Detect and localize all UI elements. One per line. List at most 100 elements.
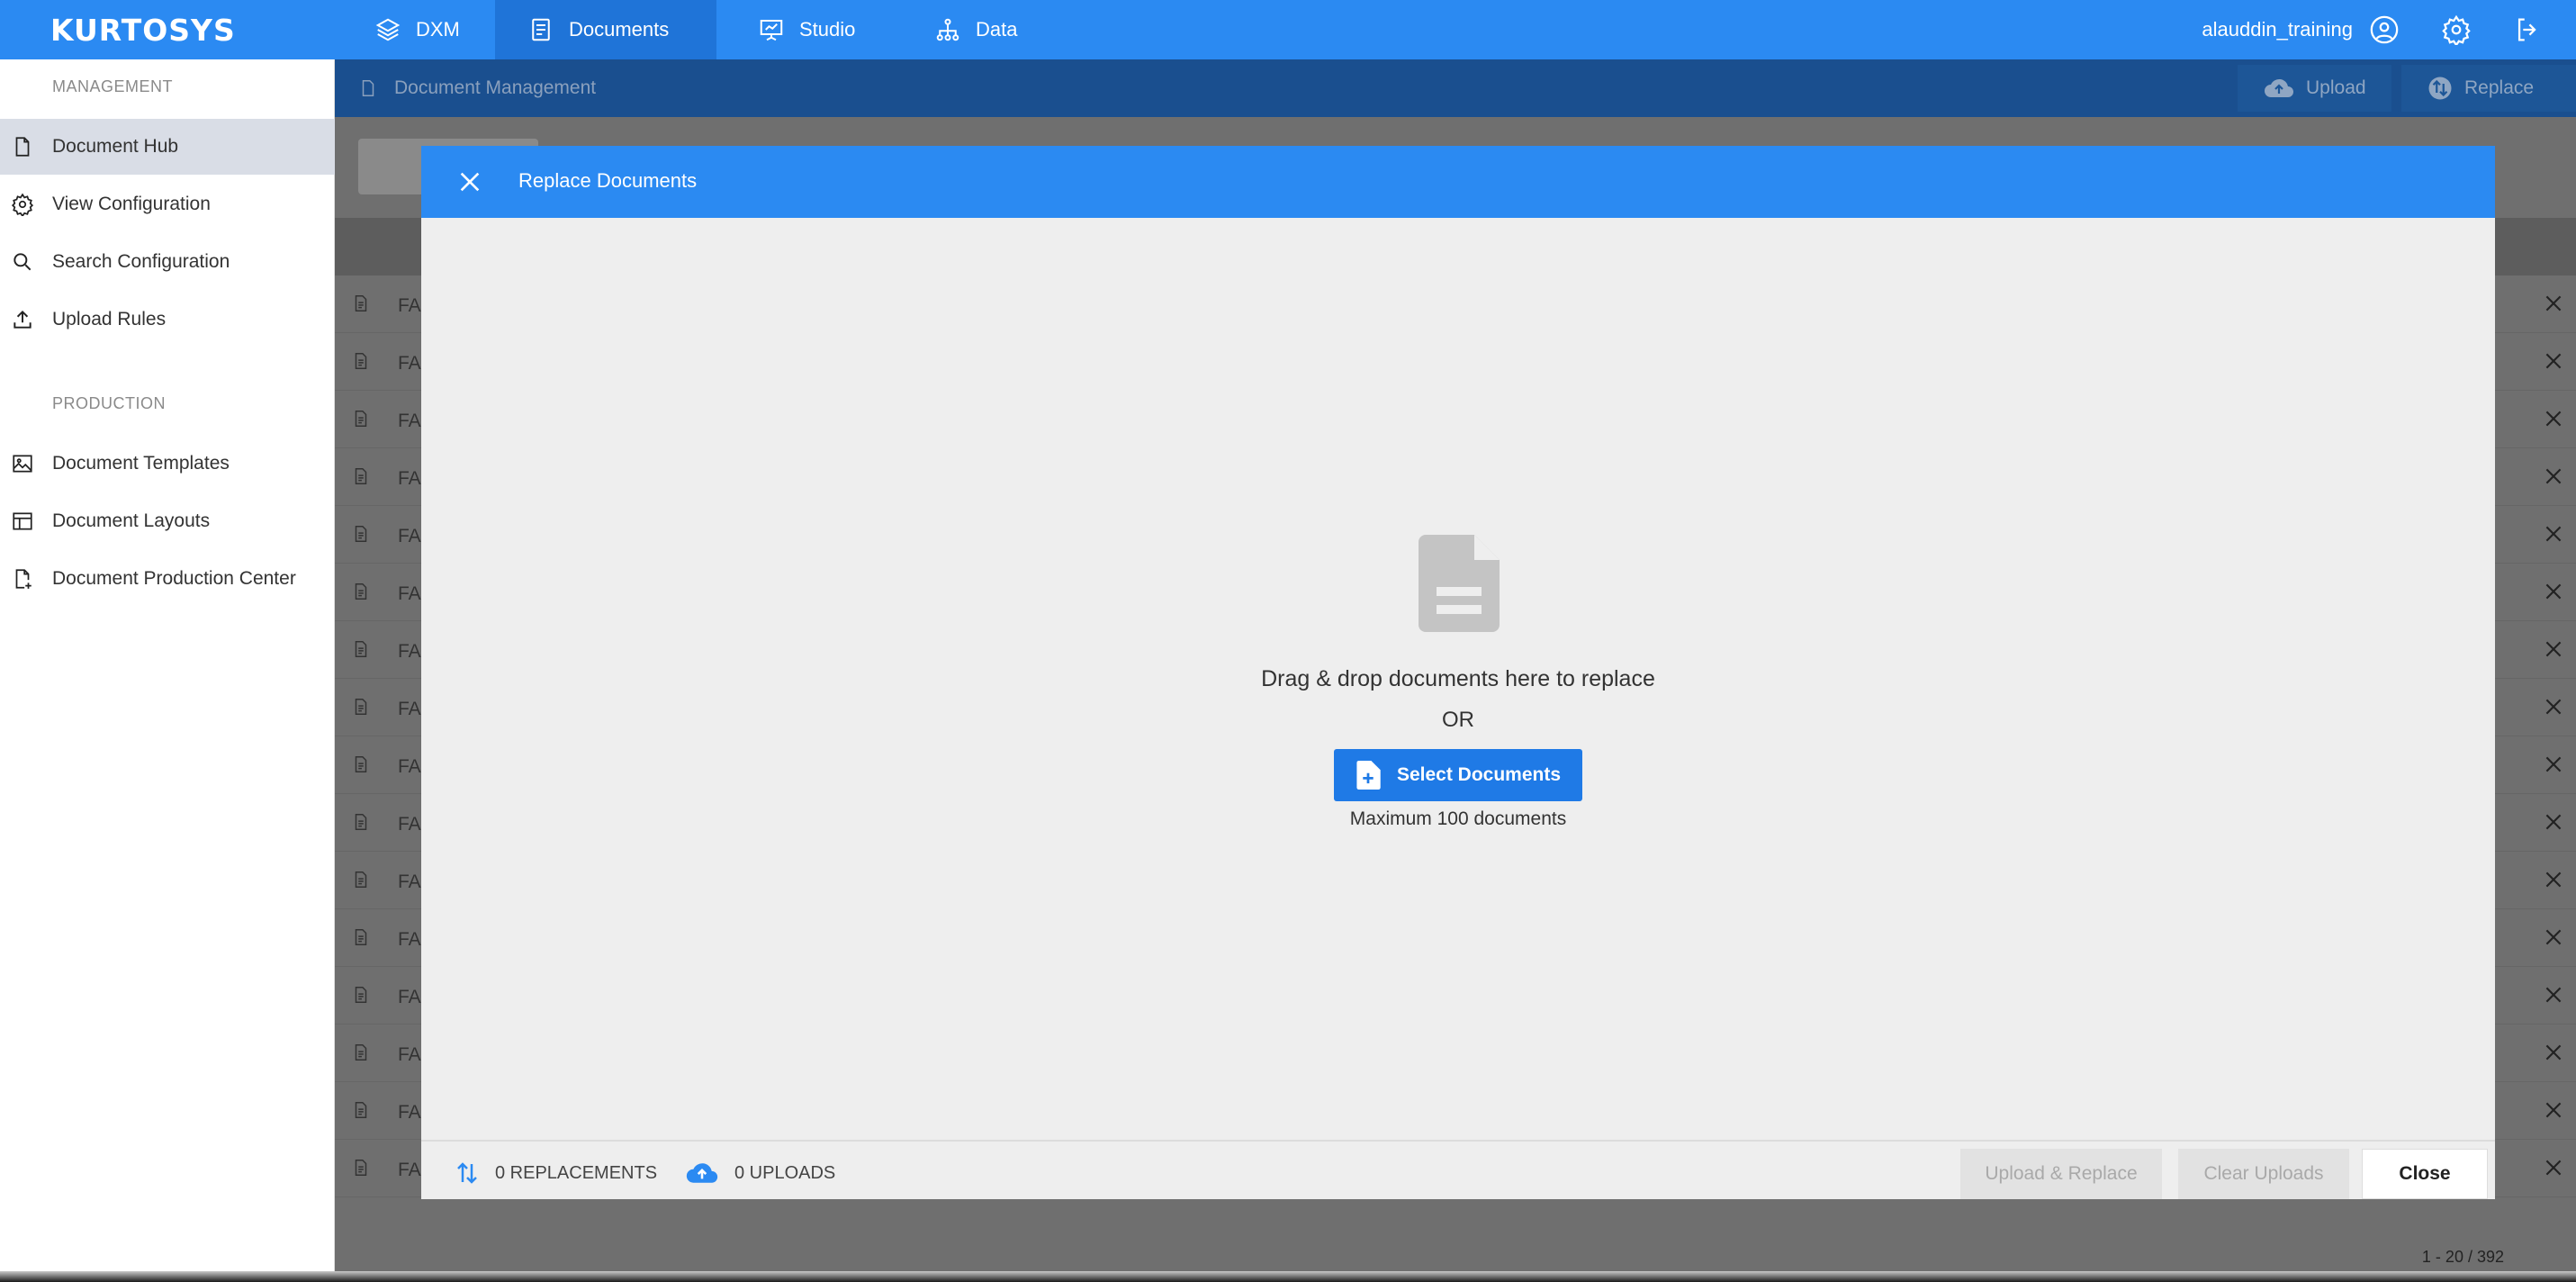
file-icon — [355, 353, 367, 369]
file-icon — [355, 699, 367, 715]
file-icon — [355, 1160, 367, 1176]
nav-tab-label: Studio — [799, 18, 856, 41]
close-icon[interactable] — [2542, 580, 2565, 603]
table-cell: FA — [398, 1160, 421, 1180]
table-cell: FA — [398, 929, 421, 950]
close-icon[interactable] — [2542, 637, 2565, 661]
nav-tab-documents[interactable]: Documents — [495, 0, 716, 59]
nav-tab-data[interactable]: Data — [902, 0, 1049, 59]
file-icon — [355, 468, 367, 484]
document-management-header: Document Management Upload Replace — [335, 59, 2576, 117]
sidebar-item-label: View Configuration — [52, 194, 211, 214]
select-documents-button[interactable]: Select Documents — [1334, 749, 1582, 801]
file-icon — [355, 1102, 367, 1118]
upload-and-replace-label: Upload & Replace — [1985, 1163, 2138, 1184]
file-plus-icon — [15, 569, 32, 589]
table-cell: FA — [398, 526, 421, 546]
swap-arrows-icon — [457, 1162, 477, 1184]
user-circle-icon — [2370, 15, 2399, 44]
nav-tab-label: Data — [976, 18, 1018, 41]
modal-header: Replace Documents — [421, 146, 2495, 218]
logout-icon[interactable] — [2513, 14, 2544, 45]
search-icon — [14, 253, 32, 271]
sidebar-item-label: Document Hub — [52, 136, 179, 157]
table-cell: FA — [398, 1102, 421, 1123]
drop-zone-text: Drag & drop documents here to replace — [1261, 666, 1655, 691]
username-label: alauddin_training — [2202, 18, 2353, 41]
layout-icon — [13, 512, 32, 530]
close-icon[interactable] — [2542, 925, 2565, 949]
nav-tab-label: Documents — [569, 18, 670, 41]
user-menu[interactable]: alauddin_training — [2202, 0, 2400, 59]
file-icon — [15, 137, 30, 157]
image-icon — [13, 455, 32, 473]
page-title: Document Management — [394, 77, 597, 98]
replace-button[interactable]: Replace — [2401, 65, 2576, 112]
table-cell: FA — [398, 756, 421, 777]
sidebar-item-search-configuration[interactable]: Search Configuration — [0, 234, 335, 290]
select-documents-label: Select Documents — [1396, 764, 1562, 785]
close-icon[interactable] — [455, 167, 484, 196]
kurtosys-logo[interactable]: KURTOSYS — [50, 13, 236, 48]
sidebar-section-title: MANAGEMENT — [52, 77, 174, 95]
close-icon[interactable] — [2542, 868, 2565, 891]
bottom-edge — [0, 1271, 2576, 1282]
gear-icon — [11, 193, 34, 216]
upload-and-replace-button[interactable]: Upload & Replace — [1960, 1149, 2162, 1199]
table-cell: FA — [398, 583, 421, 604]
sidebar-item-label: Document Production Center — [52, 568, 296, 589]
nav-tab-label: DXM — [416, 18, 460, 41]
close-label: Close — [2399, 1163, 2451, 1184]
close-icon[interactable] — [2542, 695, 2565, 718]
cloud-upload-icon — [686, 1163, 718, 1183]
document-placeholder-icon — [1419, 535, 1500, 632]
sidebar-item-document-production-center[interactable]: Document Production Center — [0, 551, 335, 607]
nav-tab-dxm[interactable]: DXM — [342, 0, 492, 59]
sidebar-item-view-configuration[interactable]: View Configuration — [0, 176, 335, 232]
clear-uploads-button[interactable]: Clear Uploads — [2178, 1149, 2349, 1199]
file-icon — [355, 641, 367, 657]
table-cell: FA — [398, 814, 421, 835]
close-icon[interactable] — [2542, 1098, 2565, 1122]
settings-gear-icon[interactable] — [2441, 14, 2472, 45]
sidebar-item-document-hub[interactable]: Document Hub — [0, 119, 335, 175]
close-icon[interactable] — [2542, 349, 2565, 373]
file-icon — [355, 756, 367, 772]
close-button[interactable]: Close — [2362, 1149, 2488, 1199]
file-add-icon — [1356, 761, 1381, 790]
sidebar-item-label: Document Templates — [52, 453, 230, 474]
table-cell: FA — [398, 1044, 421, 1065]
replacements-label: 0 REPLACEMENTS — [495, 1162, 658, 1183]
modal-footer: 0 REPLACEMENTS 0 UPLOADS Upload & Replac… — [421, 1140, 2495, 1199]
close-icon[interactable] — [2542, 753, 2565, 776]
sidebar-item-document-templates[interactable]: Document Templates — [0, 436, 335, 492]
top-navigation-bar: KURTOSYS DXM Documents Studio Data alaud… — [0, 0, 2576, 59]
sidebar-item-document-layouts[interactable]: Document Layouts — [0, 493, 335, 549]
presentation-icon — [760, 20, 783, 41]
document-icon — [362, 80, 374, 96]
sidebar-item-upload-rules[interactable]: Upload Rules — [0, 292, 335, 348]
replace-icon — [2428, 77, 2452, 100]
close-icon[interactable] — [2542, 1041, 2565, 1064]
sidebar-item-label: Document Layouts — [52, 510, 211, 531]
close-icon[interactable] — [2542, 465, 2565, 488]
close-icon[interactable] — [2542, 1156, 2565, 1179]
modal-title: Replace Documents — [518, 169, 698, 192]
upload-label: Upload — [2306, 77, 2366, 98]
nav-tab-studio[interactable]: Studio — [725, 0, 887, 59]
table-cell: FA — [398, 641, 421, 662]
close-icon[interactable] — [2542, 522, 2565, 546]
file-icon — [355, 1044, 367, 1061]
sidebar-item-label: Search Configuration — [52, 251, 230, 272]
uploads-counter: 0 UPLOADS — [684, 1160, 835, 1187]
close-icon[interactable] — [2542, 292, 2565, 315]
sidebar-item-label: Upload Rules — [52, 309, 167, 330]
close-icon[interactable] — [2542, 810, 2565, 834]
close-icon[interactable] — [2542, 407, 2565, 430]
table-cell: FA — [398, 353, 421, 374]
table-cell: FA — [398, 987, 421, 1007]
uploads-label: 0 UPLOADS — [734, 1162, 836, 1183]
or-text: OR — [1442, 708, 1474, 732]
upload-button[interactable]: Upload — [2238, 65, 2391, 112]
close-icon[interactable] — [2542, 983, 2565, 1007]
